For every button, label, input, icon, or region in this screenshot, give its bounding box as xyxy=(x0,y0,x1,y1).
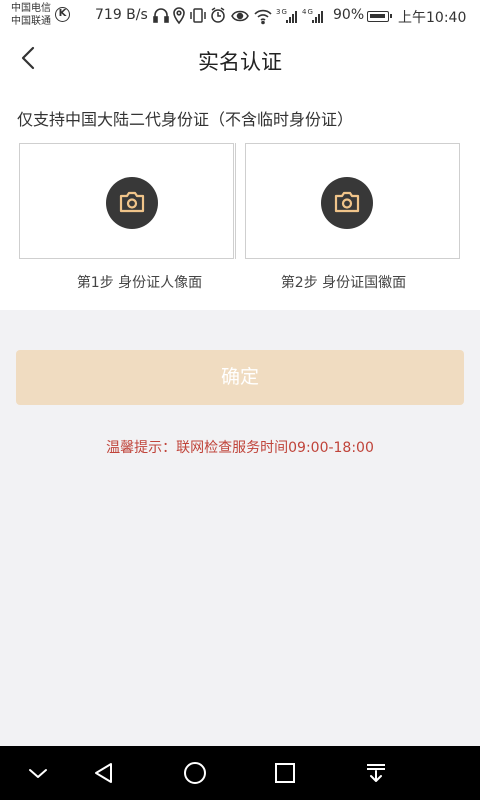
system-home-button[interactable] xyxy=(181,759,209,787)
signal-3g-icon: 3G xyxy=(276,8,297,23)
card-divider xyxy=(235,143,236,259)
carrier-info: 中国电信 中国联通 xyxy=(11,2,51,28)
page-title: 实名认证 xyxy=(198,50,282,74)
hide-nav-button[interactable] xyxy=(24,759,52,787)
back-triangle-icon xyxy=(95,763,112,783)
headset-icon xyxy=(153,8,169,23)
battery-icon xyxy=(367,11,392,22)
location-icon xyxy=(173,7,185,25)
system-recents-button[interactable] xyxy=(271,759,299,787)
eye-icon xyxy=(231,10,249,22)
step1-label: 第1步 身份证人像面 xyxy=(76,275,203,291)
status-bar: 中国电信 中国联通 K 719 B/s 3G 4G 90% 上午10:40 xyxy=(0,0,480,32)
status-time: 上午10:40 xyxy=(398,10,467,26)
k-badge-icon: K xyxy=(55,7,70,22)
network-speed: 719 B/s xyxy=(95,7,148,23)
alarm-icon xyxy=(211,7,225,23)
wifi-icon xyxy=(254,9,272,25)
carrier-2: 中国联通 xyxy=(11,16,51,27)
recents-square-icon xyxy=(275,763,295,783)
camera-icon xyxy=(334,191,360,213)
camera-icon xyxy=(119,191,145,213)
battery-percent: 90% xyxy=(333,7,365,23)
home-circle-icon xyxy=(184,762,206,784)
camera-button-back[interactable] xyxy=(321,177,373,229)
id-front-upload[interactable] xyxy=(19,143,234,259)
vibrate-icon xyxy=(190,8,206,23)
pull-down-icon xyxy=(367,764,385,782)
system-back-button[interactable] xyxy=(90,759,118,787)
svg-text:4G: 4G xyxy=(302,8,314,16)
signal-4g-icon: 4G xyxy=(302,8,323,23)
step2-label: 第2步 身份证国徽面 xyxy=(280,275,407,291)
notification-pull-button[interactable] xyxy=(362,759,390,787)
svg-text:3G: 3G xyxy=(276,8,288,16)
service-hours-tip: 温馨提示：联网检查服务时间09:00-18:00 xyxy=(106,440,374,456)
id-notice: 仅支持中国大陆二代身份证（不含临时身份证） xyxy=(17,110,354,129)
upload-section: 仅支持中国大陆二代身份证（不含临时身份证） 第1步 身份证人像面 第2步 身份证… xyxy=(0,88,480,310)
chevron-down-icon xyxy=(29,769,47,778)
carrier-1: 中国电信 xyxy=(11,3,51,14)
system-nav-bar xyxy=(0,746,480,800)
id-back-upload[interactable] xyxy=(245,143,460,259)
confirm-button[interactable]: 确定 xyxy=(16,350,464,405)
status-icons: 3G 4G xyxy=(153,6,328,30)
camera-button-front[interactable] xyxy=(106,177,158,229)
nav-header: 实名认证 xyxy=(0,32,480,88)
